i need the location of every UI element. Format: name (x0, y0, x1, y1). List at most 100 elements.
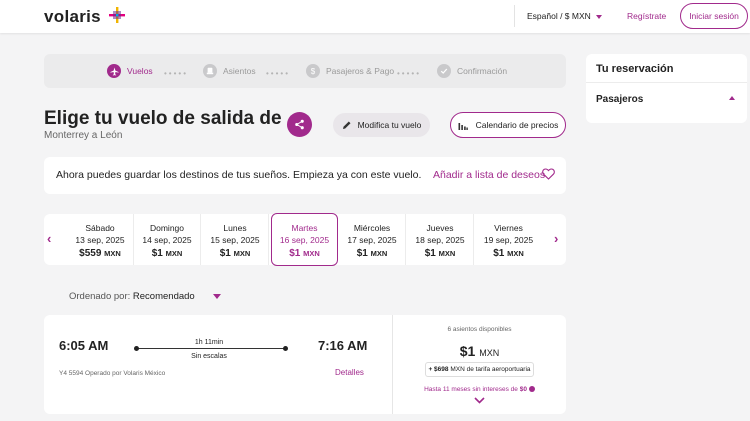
installments-text: Hasta 11 meses sin intereses de (424, 386, 518, 393)
chevron-left-icon[interactable]: ‹ (47, 232, 57, 245)
reservation-title: Tu reservación (596, 63, 674, 75)
step-flights: Vuelos (107, 64, 153, 78)
top-header: volaris Español / $ MXN Regístrate Inici… (0, 0, 750, 33)
installments-amount: $0 (519, 386, 527, 393)
date-option[interactable]: Miércoles 17 sep, 2025 $1 MXN (339, 214, 406, 265)
chevron-up-icon[interactable] (729, 96, 735, 100)
date-price-amount: $1 (424, 248, 436, 259)
date-price: $1 MXN (339, 248, 405, 259)
date-date: 15 sep, 2025 (210, 235, 260, 245)
chevron-right-icon[interactable]: › (554, 232, 564, 245)
date-price-currency: MXN (233, 249, 251, 258)
route-line (134, 346, 288, 351)
arrival-time: 7:16 AM (318, 338, 368, 353)
step-seats: Asientos (203, 64, 256, 78)
step-label: Pasajeros & Pago (326, 66, 395, 76)
date-price-amount: $1 (356, 248, 368, 259)
flight-duration: 1h 11min (194, 339, 224, 346)
departure-time: 6:05 AM (59, 338, 109, 353)
date-price: $1 MXN (134, 248, 200, 259)
date-option[interactable]: Sábado 13 sep, 2025 $559 MXN (67, 214, 134, 265)
tax-text: MXN de tarifa aeroportuaria (450, 366, 531, 373)
register-link[interactable]: Regístrate (615, 5, 678, 27)
sidebar-divider (586, 82, 747, 83)
flight-price: $1 MXN (393, 343, 566, 359)
modify-flight-label: Modifica tu vuelo (357, 120, 422, 130)
modify-flight-button[interactable]: Modifica tu vuelo (333, 113, 430, 137)
date-price-amount: $559 (79, 248, 102, 259)
date-day-name: Miércoles (353, 223, 391, 233)
sort-dropdown[interactable]: Ordenado por: Recomendado (69, 291, 195, 302)
price-calendar-button[interactable]: Calendario de precios (450, 112, 566, 138)
flight-card[interactable]: 6:05 AM 1h 11min Sin escalas 7:16 AM Y4 … (44, 315, 566, 414)
date-day-name: Domingo (149, 223, 185, 233)
date-selector: ‹ Sábado 13 sep, 2025 $559 MXN Domingo 1… (44, 213, 566, 266)
flight-price-amount: $1 (459, 343, 476, 359)
step-label: Confirmación (457, 66, 508, 76)
date-price-currency: MXN (104, 249, 121, 258)
date-day-name: Martes (291, 223, 318, 233)
date-price: $1 MXN (202, 248, 268, 259)
page-title: Elige tu vuelo de salida de (44, 108, 282, 129)
date-day-name: Jueves (426, 223, 454, 233)
add-to-wishlist-link[interactable]: Añadir a lista de deseos (433, 169, 545, 181)
step-separator: ••••• (266, 69, 291, 78)
share-icon (295, 119, 304, 130)
sort-label: Ordenado por: (69, 291, 131, 302)
volaris-logo[interactable]: volaris (44, 7, 101, 27)
wishlist-text: Ahora puedes guardar los destinos de tus… (56, 169, 422, 181)
date-price: $1 MXN (272, 248, 337, 259)
date-price: $559 MXN (67, 248, 133, 259)
step-confirmation: Confirmación (437, 64, 507, 78)
date-price-amount: $1 (493, 248, 505, 259)
date-option[interactable]: Viernes 19 sep, 2025 $1 MXN (475, 214, 542, 265)
date-date: 14 sep, 2025 (142, 235, 192, 245)
flight-stops: Sin escalas (191, 353, 227, 360)
price-calendar-label: Calendario de precios (475, 120, 559, 130)
date-date: 13 sep, 2025 (75, 235, 125, 245)
pencil-icon (342, 121, 351, 129)
date-price-amount: $1 (219, 248, 231, 259)
date-price-currency: MXN (303, 249, 320, 258)
flight-operator: Y4 5594 Operado por Volaris México (59, 370, 166, 377)
login-button[interactable]: Iniciar sesión (680, 3, 748, 29)
step-label: Asientos (223, 66, 256, 76)
plane-icon (107, 64, 121, 78)
date-date: 18 sep, 2025 (415, 235, 465, 245)
bar-chart-icon (458, 122, 468, 130)
reservation-summary: Tu reservación Pasajeros (586, 54, 747, 123)
heart-icon[interactable] (542, 168, 555, 180)
seat-icon (203, 64, 217, 78)
chevron-down-icon[interactable] (213, 294, 221, 299)
date-price: $1 MXN (475, 248, 542, 259)
check-icon (437, 64, 451, 78)
date-day-name: Sábado (85, 223, 115, 233)
installments-info: Hasta 11 meses sin intereses de $0 (393, 386, 566, 393)
chevron-down-icon[interactable] (474, 397, 485, 404)
language-currency-selector[interactable]: Español / $ MXN (514, 5, 602, 27)
date-price-currency: MXN (370, 249, 388, 258)
available-seats: 6 asientos disponibles (447, 326, 512, 333)
share-button[interactable] (287, 112, 312, 137)
date-price-amount: $1 (289, 248, 301, 259)
date-date: 19 sep, 2025 (483, 235, 534, 245)
booking-progress: Vuelos ••••• Asientos ••••• $ Pasajeros … (44, 54, 566, 88)
date-option-selected[interactable]: Martes 16 sep, 2025 $1 MXN (271, 213, 338, 266)
date-price-currency: MXN (438, 249, 456, 258)
date-date: 16 sep, 2025 (279, 235, 330, 245)
date-option[interactable]: Lunes 15 sep, 2025 $1 MXN (202, 214, 269, 265)
passengers-toggle[interactable]: Pasajeros (596, 94, 643, 105)
date-price-currency: MXN (507, 249, 524, 258)
date-option[interactable]: Domingo 14 sep, 2025 $1 MXN (134, 214, 201, 265)
sort-value: Recomendado (132, 291, 195, 302)
info-icon[interactable] (528, 386, 535, 393)
step-label: Vuelos (127, 66, 153, 76)
date-date: 17 sep, 2025 (347, 235, 397, 245)
wishlist-banner: Ahora puedes guardar los destinos de tus… (44, 157, 566, 194)
step-separator: ••••• (164, 69, 189, 78)
date-price: $1 MXN (407, 248, 473, 259)
date-price-currency: MXN (165, 249, 183, 258)
flight-details-link[interactable]: Detalles (335, 368, 364, 377)
volaris-star-icon (109, 7, 125, 23)
date-option[interactable]: Jueves 18 sep, 2025 $1 MXN (407, 214, 474, 265)
